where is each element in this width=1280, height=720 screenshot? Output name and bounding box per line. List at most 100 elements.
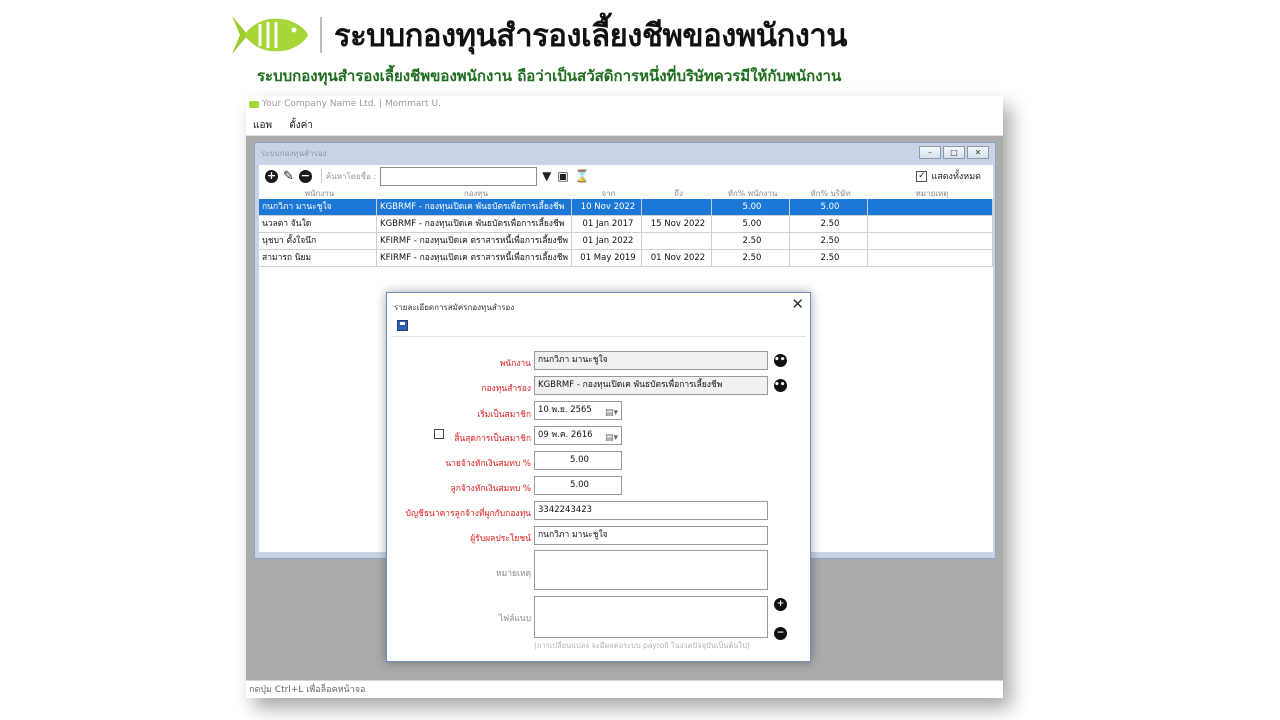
search-label: ค้นหาโดยชื่อ : [325,171,377,181]
window-controls: – □ ✕ [917,146,989,159]
col-employee-pct[interactable]: หัก% พนักงาน [712,187,790,199]
beneficiary-field[interactable]: กนกวิภา มานะชูใจ [534,526,768,545]
remove-icon[interactable]: − [298,169,312,183]
cell-to: 01 Nov 2022 [642,250,712,266]
cell-employee: นุชบา ตั้งใจนึก [259,233,377,249]
menu-item-settings[interactable]: ตั้งค่า [282,114,320,137]
table-row[interactable]: สามารถ นิยม KFIRMF - กองทุนเปิดเค ตราสาร… [259,250,993,267]
attachment-note: (การเปลี่ยนแปลง จะมีผลต่อระบบ payroll ใน… [534,641,750,650]
remark-label: หมายเหตุ [496,569,531,579]
col-to[interactable]: ถึง [642,187,712,199]
cell-from: 01 Jan 2022 [572,233,642,249]
attachment-list[interactable] [534,596,768,638]
cell-fund: KGBRMF - กองทุนเปิดเค พันธบัตรเพื่อการเล… [377,216,572,232]
header-divider [320,17,322,53]
calendar-icon[interactable]: ▤▾ [605,405,618,419]
hourglass-icon[interactable]: ⌛ [575,169,590,183]
cell-employee-pct: 2.50 [712,233,790,249]
employee-field[interactable]: กนกวิภา มานะชูใจ [534,351,768,370]
employer-pct-field[interactable]: 5.00 [534,451,622,470]
cell-employee: นวลตา จันใด [259,216,377,232]
cell-employee: กนกวิภา มานะชูใจ [259,199,377,215]
remark-textarea[interactable] [534,550,768,590]
toolbar: + ✎ − ค้นหาโดยชื่อ : ▼ ▣ ⌛ ✓ แสดงทั้งหมด [259,165,993,187]
fish-logo-icon [232,16,308,54]
employee-label: พนักงาน [499,359,531,369]
status-bar: กดปุ่ม Ctrl+L เพื่อล็อคหน้าจอ [246,680,1003,698]
show-all-toggle[interactable]: ✓ แสดงทั้งหมด [916,169,981,183]
cell-fund: KFIRMF - กองทุนเปิดเค ตราสารหนี้เพื่อการ… [377,233,572,249]
cell-fund: KFIRMF - กองทุนเปิดเค ตราสารหนี้เพื่อการ… [377,250,572,266]
edit-pencil-icon[interactable]: ✎ [283,169,294,184]
app-logo-icon [249,101,259,108]
cell-company-pct: 2.50 [790,250,868,266]
cell-company-pct: 2.50 [790,216,868,232]
bank-account-label: บัญชีธนาคารลูกจ้างที่ผูกกับกองทุน [405,509,531,519]
fund-field[interactable]: KGBRMF - กองทุนเปิดเค พันธบัตรเพื่อการเล… [534,376,768,395]
employee-pct-field[interactable]: 5.00 [534,476,622,495]
menubar: แอพ ตั้งค่า [246,114,1003,136]
header: ระบบกองทุนสำรองเลี้ยงชีพของพนักงาน [230,10,848,60]
calendar-icon[interactable]: ▤▾ [605,430,618,444]
app-window-title: Your Company Name Ltd. | Mommart U. [262,99,441,109]
dialog-close-icon[interactable]: ✕ [791,295,804,313]
cell-note [868,199,993,215]
menu-item-app[interactable]: แอพ [246,114,279,137]
add-icon[interactable]: + [265,169,278,183]
table-row[interactable]: กนกวิภา มานะชูใจ KGBRMF - กองทุนเปิดเค พ… [259,199,993,216]
table-row[interactable]: นุชบา ตั้งใจนึก KFIRMF - กองทุนเปิดเค ตร… [259,233,993,250]
start-date-picker[interactable]: 10 พ.ย. 2565 ▤▾ [534,401,622,420]
fund-label: กองทุนสำรอง [481,384,531,394]
cell-fund: KGBRMF - กองทุนเปิดเค พันธบัตรเพื่อการเล… [377,199,572,215]
app-titlebar: Your Company Name Ltd. | Mommart U. [246,96,1003,114]
employee-lookup-icon[interactable]: ••• [774,354,791,367]
minimize-button[interactable]: – [919,146,941,159]
add-attachment-icon[interactable]: + [774,598,787,611]
dialog-divider [391,336,806,337]
col-note[interactable]: หมายเหตุ [868,187,993,199]
enrollment-dialog: รายละเอียดการสมัครกองทุนสำรอง ✕ พนักงาน … [386,292,811,662]
show-all-label: แสดงทั้งหมด [931,172,981,182]
cell-employee-pct: 5.00 [712,216,790,232]
attachment-label: ไฟล์แนบ [498,614,531,624]
table-header: พนักงาน กองทุน จาก ถึง หัก% พนักงาน หัก%… [259,187,993,199]
col-company-pct[interactable]: หัก% บริษัท [790,187,868,199]
cell-to [642,199,712,215]
end-date-value: 09 พ.ค. 2616 [538,430,593,440]
col-fund[interactable]: กองทุน [377,187,572,199]
cell-employee-pct: 5.00 [712,199,790,215]
end-date-label: สิ้นสุดการเป็นสมาชิก [454,434,531,444]
excel-export-icon[interactable]: ▣ [557,169,568,183]
fund-lookup-icon[interactable]: ••• [774,379,791,392]
close-window-button[interactable]: ✕ [967,146,989,159]
cell-to [642,233,712,249]
end-date-picker[interactable]: 09 พ.ค. 2616 ▤▾ [534,426,622,445]
cell-from: 01 May 2019 [572,250,642,266]
cell-note [868,233,993,249]
col-from[interactable]: จาก [572,187,642,199]
cell-note [868,250,993,266]
remove-attachment-icon[interactable]: − [774,627,787,640]
cell-company-pct: 2.50 [790,233,868,249]
bank-account-field[interactable]: 3342243423 [534,501,768,520]
page: ระบบกองทุนสำรองเลี้ยงชีพของพนักงาน ระบบก… [0,0,1280,720]
cell-from: 10 Nov 2022 [572,199,642,215]
page-subtitle: ระบบกองทุนสำรองเลี้ยงชีพของพนักงาน ถือว่… [257,67,842,85]
cell-note [868,216,993,232]
maximize-button[interactable]: □ [943,146,965,159]
start-date-value: 10 พ.ย. 2565 [538,405,592,415]
cell-employee: สามารถ นิยม [259,250,377,266]
filter-icon[interactable]: ▼ [542,169,551,183]
cell-from: 01 Jan 2017 [572,216,642,232]
table-row[interactable]: นวลตา จันใด KGBRMF - กองทุนเปิดเค พันธบั… [259,216,993,233]
search-input[interactable] [380,166,538,186]
col-employee[interactable]: พนักงาน [259,187,377,199]
save-disk-icon[interactable] [397,320,408,331]
employee-pct-label: ลูกจ้างหักเงินสมทบ % [450,484,531,494]
start-date-label: เริ่มเป็นสมาชิก [477,410,531,420]
page-title: ระบบกองทุนสำรองเลี้ยงชีพของพนักงาน [334,18,848,54]
dialog-title: รายละเอียดการสมัครกองทุนสำรอง [394,303,515,312]
beneficiary-label: ผู้รับผลประโยชน์ [470,534,531,544]
toolbar-divider [320,169,322,183]
show-all-checkbox[interactable]: ✓ [916,170,928,182]
